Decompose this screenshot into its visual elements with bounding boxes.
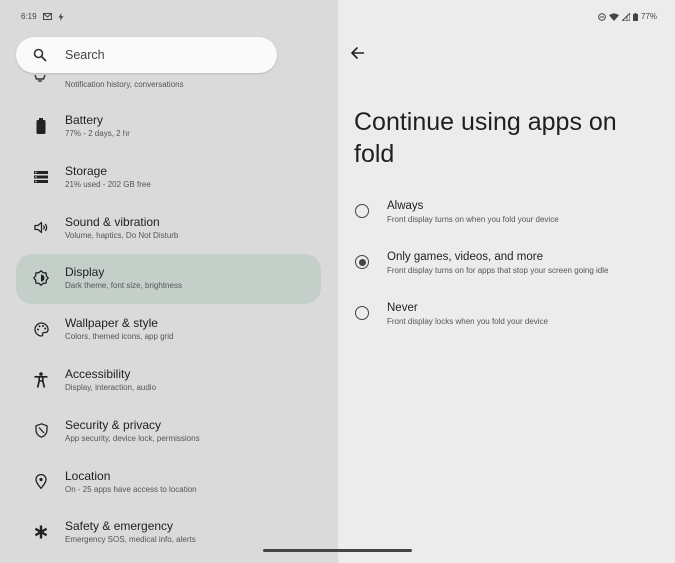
- settings-item-title: Sound & vibration: [65, 214, 160, 229]
- cellular-signal-icon: [621, 12, 630, 21]
- search-icon: [33, 48, 47, 62]
- asterisk-icon: [32, 523, 50, 541]
- settings-item-display[interactable]: Display Dark theme, font size, brightnes…: [0, 254, 338, 305]
- option-title: Always: [387, 200, 424, 212]
- option-title: Only games, videos, and more: [387, 251, 543, 263]
- charging-bolt-icon: [58, 12, 64, 21]
- radio-button[interactable]: [355, 204, 369, 218]
- option-always[interactable]: Always Front display turns on when you f…: [338, 196, 675, 247]
- settings-item-title: Security & privacy: [65, 417, 162, 432]
- location-pin-icon: [32, 473, 50, 491]
- settings-item-subtitle: On - 25 apps have access to location: [65, 484, 197, 494]
- settings-item-subtitle: Emergency SOS, medical info, alerts: [65, 535, 196, 545]
- search-input[interactable]: [65, 48, 245, 62]
- storage-icon: [32, 168, 50, 186]
- battery-status-icon: [632, 12, 638, 21]
- battery-percent: 77%: [640, 12, 657, 21]
- settings-item-subtitle: Notification history, conversations: [65, 80, 184, 89]
- shield-icon: [32, 422, 50, 440]
- settings-item-subtitle: Display, interaction, audio: [65, 382, 157, 392]
- status-bar-right: 77%: [598, 12, 657, 21]
- search-bar[interactable]: [16, 37, 277, 73]
- settings-item-wallpaper[interactable]: Wallpaper & style Colors, themed icons, …: [0, 305, 338, 356]
- back-arrow-icon: [350, 47, 364, 59]
- settings-list: Battery 77% - 2 days, 2 hr Storage 21% u…: [0, 102, 338, 559]
- settings-item-battery[interactable]: Battery 77% - 2 days, 2 hr: [0, 102, 338, 153]
- settings-item-title: Location: [65, 468, 111, 483]
- settings-item-subtitle: App security, device lock, permissions: [65, 433, 200, 443]
- brightness-icon: [32, 269, 50, 287]
- status-bar-left: 6:19: [21, 12, 64, 21]
- settings-pane: 6:19 Notification history, conversations…: [0, 0, 338, 563]
- settings-item-location[interactable]: Location On - 25 apps have access to loc…: [0, 458, 338, 509]
- settings-item-accessibility[interactable]: Accessibility Display, interaction, audi…: [0, 356, 338, 407]
- settings-item-security[interactable]: Security & privacy App security, device …: [0, 407, 338, 458]
- settings-item-title: Wallpaper & style: [65, 316, 158, 331]
- back-button[interactable]: [346, 42, 368, 64]
- wifi-icon: [608, 12, 619, 21]
- battery-icon: [32, 117, 50, 135]
- option-subtitle: Front display turns on when you fold you…: [387, 215, 559, 224]
- detail-pane: 77% Continue using apps on fold Always F…: [338, 0, 675, 563]
- settings-item-sound[interactable]: Sound & vibration Volume, haptics, Do No…: [0, 204, 338, 255]
- option-subtitle: Front display turns on for apps that sto…: [387, 266, 609, 275]
- accessibility-icon: [32, 371, 50, 389]
- settings-item-subtitle: Colors, themed icons, app grid: [65, 332, 174, 342]
- settings-item-subtitle: Volume, haptics, Do Not Disturb: [65, 230, 179, 240]
- settings-item-title: Storage: [65, 163, 108, 178]
- settings-item-title: Battery: [65, 113, 104, 127]
- settings-item-subtitle: 77% - 2 days, 2 hr: [65, 129, 130, 138]
- radio-button-selected[interactable]: [355, 255, 369, 269]
- navigation-handle[interactable]: [263, 549, 412, 552]
- radio-button[interactable]: [355, 306, 369, 320]
- settings-item-title: Accessibility: [65, 366, 131, 381]
- page-title: Continue using apps on fold: [354, 108, 617, 168]
- fold-behavior-options: Always Front display turns on when you f…: [338, 196, 675, 349]
- do-not-disturb-icon: [598, 12, 606, 21]
- speaker-icon: [32, 219, 50, 237]
- option-games-videos[interactable]: Only games, videos, and more Front displ…: [338, 247, 675, 298]
- settings-item-title: Display: [65, 265, 105, 280]
- settings-item-subtitle: Dark theme, font size, brightness: [65, 281, 182, 291]
- option-never[interactable]: Never Front display locks when you fold …: [338, 298, 675, 349]
- palette-icon: [32, 320, 50, 338]
- settings-item-title: Safety & emergency: [65, 519, 174, 534]
- settings-item-storage[interactable]: Storage 21% used - 202 GB free: [0, 153, 338, 204]
- gmail-icon: [42, 13, 52, 20]
- option-subtitle: Front display locks when you fold your d…: [387, 317, 548, 326]
- status-time: 6:19: [21, 12, 37, 21]
- option-title: Never: [387, 302, 418, 314]
- settings-item-subtitle: 21% used - 202 GB free: [65, 179, 151, 189]
